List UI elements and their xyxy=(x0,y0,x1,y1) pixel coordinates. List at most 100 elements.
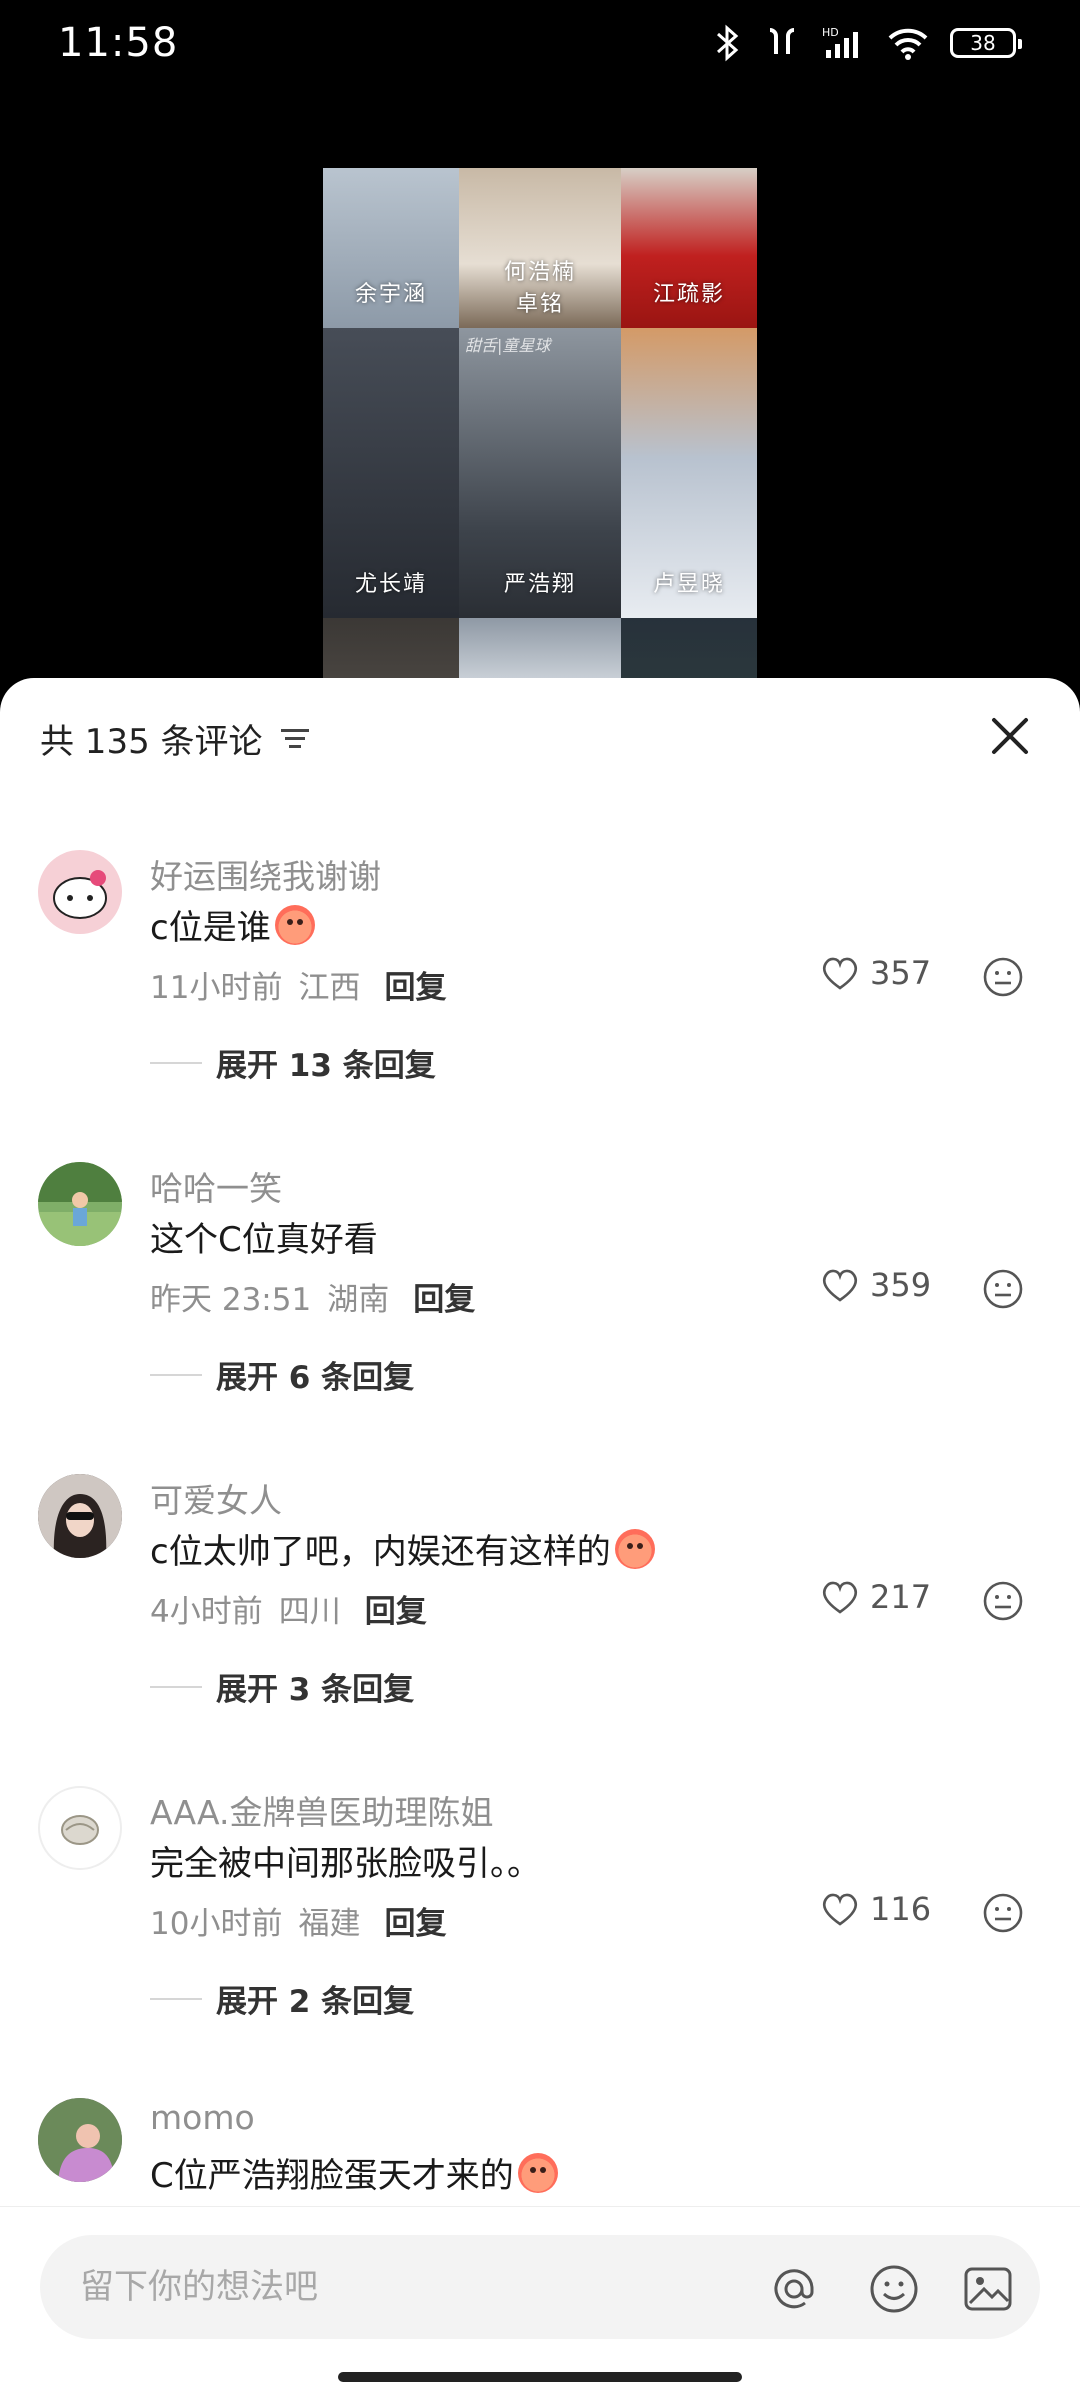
like-count: 359 xyxy=(870,1266,932,1304)
collage-tile: 江疏影 xyxy=(621,168,757,328)
like-button[interactable]: 116 xyxy=(820,1890,931,1928)
comment-body: C位严浩翔脸蛋天才来的 xyxy=(150,2156,514,2196)
image-icon[interactable] xyxy=(962,2263,1014,2315)
emoji-sticker-icon xyxy=(517,2152,558,2193)
hd-signal-icon: HD xyxy=(822,26,858,58)
home-indicator[interactable] xyxy=(338,2372,742,2382)
emoji-icon[interactable] xyxy=(868,2263,920,2315)
comment-username[interactable]: momo xyxy=(150,2098,255,2137)
reply-button[interactable]: 回复 xyxy=(365,1586,427,1631)
filter-icon[interactable] xyxy=(279,726,311,752)
expand-replies-button[interactable]: 展开 13 条回复 xyxy=(150,1040,436,1085)
tile-caption: 何浩楠 卓铭 xyxy=(503,260,576,317)
comment-text: C位严浩翔脸蛋天才来的 xyxy=(150,2148,558,2197)
react-emoji-icon[interactable] xyxy=(982,956,1024,998)
battery-icon: 38 xyxy=(950,28,1022,58)
status-bar: 11:58 HD 38 xyxy=(0,0,1080,90)
like-button[interactable]: 217 xyxy=(820,1578,931,1616)
expand-replies-label: 展开 2 条回复 xyxy=(216,1984,415,2020)
reply-button[interactable]: 回复 xyxy=(413,1274,475,1319)
collage-tile: 余宇涵 xyxy=(323,168,459,328)
svg-text:HD: HD xyxy=(822,26,839,39)
comment-item: 好运围绕我谢谢 c位是谁 11小时前 江西 回复 357 展开 13 条回复 xyxy=(0,850,1080,1160)
comment-text: c位太帅了吧，内娱还有这样的 xyxy=(150,1524,655,1573)
expand-replies-button[interactable]: 展开 3 条回复 xyxy=(150,1664,414,1709)
comment-body: 完全被中间那张脸吸引。。 xyxy=(150,1844,541,1884)
collage-tile: 甜舌|童星球 严浩翔 xyxy=(459,328,621,618)
avatar[interactable] xyxy=(38,850,122,934)
expand-replies-button[interactable]: 展开 2 条回复 xyxy=(150,1976,414,2021)
video-player[interactable]: 余宇涵 何浩楠 卓铭 江疏影 尤长靖 甜舌|童星球 严浩翔 卢昱晓 xyxy=(0,90,1080,768)
close-icon[interactable] xyxy=(988,714,1032,758)
react-emoji-icon[interactable] xyxy=(982,1580,1024,1622)
tile-caption: 严浩翔 xyxy=(503,572,576,597)
comment-location: 湖南 xyxy=(327,1282,390,1318)
status-time: 11:58 xyxy=(58,20,179,66)
tile-caption: 尤长靖 xyxy=(354,572,427,597)
comment-text: 这个C位真好看 xyxy=(150,1212,378,1261)
avatar[interactable] xyxy=(38,1162,122,1246)
emoji-sticker-icon xyxy=(614,1528,655,1569)
comment-item: 可爱女人 c位太帅了吧，内娱还有这样的 4小时前 四川 回复 217 展开 3 … xyxy=(0,1474,1080,1784)
comment-body: c位是谁 xyxy=(150,908,271,948)
comment-meta: 4小时前 四川 回复 xyxy=(150,1586,427,1631)
like-button[interactable]: 359 xyxy=(820,1266,931,1304)
comment-item: AAA.金牌兽医助理陈姐 完全被中间那张脸吸引。。 10小时前 福建 回复 11… xyxy=(0,1786,1080,2096)
comment-item: momo C位严浩翔脸蛋天才来的 xyxy=(0,2098,1080,2208)
avatar[interactable] xyxy=(38,2098,122,2182)
comment-location: 福建 xyxy=(298,1906,361,1942)
tile-caption: 卢昱晓 xyxy=(652,572,725,597)
bluetooth-icon xyxy=(717,24,739,62)
heart-icon xyxy=(822,1893,858,1926)
comment-text: 完全被中间那张脸吸引。。 xyxy=(150,1836,541,1885)
like-count: 357 xyxy=(870,954,932,992)
mention-icon[interactable] xyxy=(768,2263,820,2315)
reply-button[interactable]: 回复 xyxy=(384,962,446,1007)
comments-title[interactable]: 共 135 条评论 xyxy=(40,714,311,763)
heart-icon xyxy=(822,957,858,990)
expand-replies-label: 展开 6 条回复 xyxy=(216,1360,415,1396)
comment-username[interactable]: 可爱女人 xyxy=(150,1474,282,1522)
collage-tile: 卢昱晓 xyxy=(621,328,757,618)
comment-username[interactable]: AAA.金牌兽医助理陈姐 xyxy=(150,1786,493,1834)
avatar[interactable] xyxy=(38,1786,122,1870)
comments-sheet: 共 135 条评论 好运围绕我谢谢 c位是谁 11小时前 江西 回复 357 展… xyxy=(0,678,1080,2400)
tile-caption: 余宇涵 xyxy=(354,282,427,307)
comment-text: c位是谁 xyxy=(150,900,315,949)
expand-replies-button[interactable]: 展开 6 条回复 xyxy=(150,1352,414,1397)
comment-input[interactable] xyxy=(80,2261,760,2313)
comment-input-bar xyxy=(0,2206,1080,2400)
comment-input-box[interactable] xyxy=(40,2235,1040,2339)
comment-username[interactable]: 好运围绕我谢谢 xyxy=(150,850,381,898)
collage-tile: 尤长靖 xyxy=(323,328,459,618)
divider-line xyxy=(150,1373,202,1376)
reply-button[interactable]: 回复 xyxy=(384,1898,446,1943)
battery-level: 38 xyxy=(970,31,996,55)
like-button[interactable]: 357 xyxy=(820,954,931,992)
avatar[interactable] xyxy=(38,1474,122,1558)
comment-time: 11小时前 xyxy=(150,970,283,1006)
react-emoji-icon[interactable] xyxy=(982,1892,1024,1934)
react-emoji-icon[interactable] xyxy=(982,1268,1024,1310)
comment-meta: 11小时前 江西 回复 xyxy=(150,962,446,1007)
comment-username[interactable]: 哈哈一笑 xyxy=(150,1162,282,1210)
heart-icon xyxy=(822,1581,858,1614)
divider-line xyxy=(150,1061,202,1064)
comment-time: 4小时前 xyxy=(150,1594,263,1630)
divider-line xyxy=(150,1997,202,2000)
watermark: 甜舌|童星球 xyxy=(465,336,551,355)
tile-caption: 江疏影 xyxy=(652,282,725,307)
collage-tile: 何浩楠 卓铭 xyxy=(459,168,621,328)
comment-item: 哈哈一笑 这个C位真好看 昨天 23:51 湖南 回复 359 展开 6 条回复 xyxy=(0,1162,1080,1472)
like-count: 217 xyxy=(870,1578,932,1616)
emoji-sticker-icon xyxy=(274,904,315,945)
expand-replies-label: 展开 3 条回复 xyxy=(216,1672,415,1708)
expand-replies-label: 展开 13 条回复 xyxy=(216,1048,436,1084)
comments-count-label: 共 135 条评论 xyxy=(40,722,263,762)
divider-line xyxy=(150,1685,202,1688)
comment-meta: 昨天 23:51 湖南 回复 xyxy=(150,1274,475,1319)
comment-time: 昨天 23:51 xyxy=(150,1282,312,1318)
earbuds-icon xyxy=(769,28,795,54)
heart-icon xyxy=(822,1269,858,1302)
comment-body: 这个C位真好看 xyxy=(150,1220,378,1260)
